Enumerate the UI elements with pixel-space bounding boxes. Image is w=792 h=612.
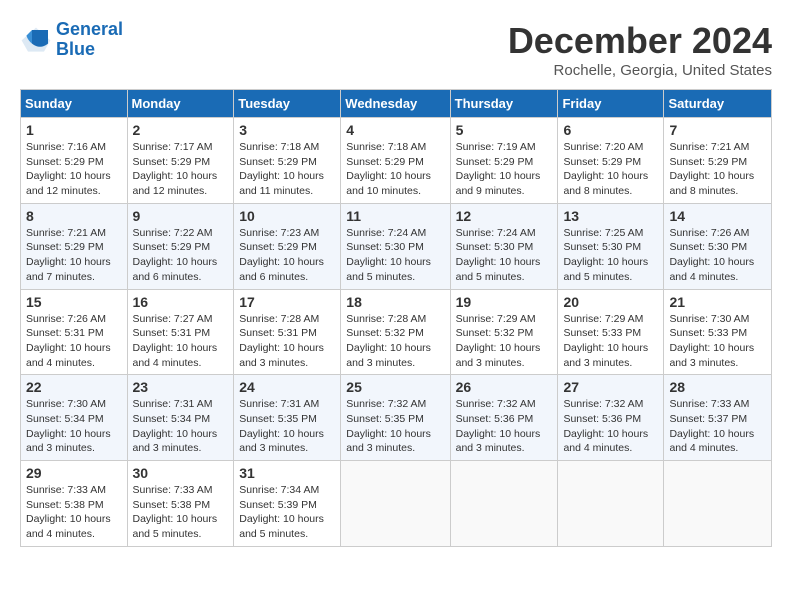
calendar-day-14: 14Sunrise: 7:26 AMSunset: 5:30 PMDayligh… <box>664 203 772 289</box>
calendar-day-19: 19Sunrise: 7:29 AMSunset: 5:32 PMDayligh… <box>450 289 558 375</box>
calendar-empty <box>558 461 664 547</box>
calendar-empty <box>450 461 558 547</box>
calendar-day-18: 18Sunrise: 7:28 AMSunset: 5:32 PMDayligh… <box>341 289 450 375</box>
calendar-day-7: 7Sunrise: 7:21 AMSunset: 5:29 PMDaylight… <box>664 118 772 204</box>
calendar-day-22: 22Sunrise: 7:30 AMSunset: 5:34 PMDayligh… <box>21 375 128 461</box>
calendar-day-2: 2Sunrise: 7:17 AMSunset: 5:29 PMDaylight… <box>127 118 234 204</box>
calendar-week-4: 22Sunrise: 7:30 AMSunset: 5:34 PMDayligh… <box>21 375 772 461</box>
header-thursday: Thursday <box>450 90 558 118</box>
calendar-day-4: 4Sunrise: 7:18 AMSunset: 5:29 PMDaylight… <box>341 118 450 204</box>
calendar-day-16: 16Sunrise: 7:27 AMSunset: 5:31 PMDayligh… <box>127 289 234 375</box>
location: Rochelle, Georgia, United States <box>508 62 772 79</box>
calendar-day-29: 29Sunrise: 7:33 AMSunset: 5:38 PMDayligh… <box>21 461 128 547</box>
calendar-day-12: 12Sunrise: 7:24 AMSunset: 5:30 PMDayligh… <box>450 203 558 289</box>
logo: General Blue <box>20 20 123 60</box>
header-wednesday: Wednesday <box>341 90 450 118</box>
calendar-week-5: 29Sunrise: 7:33 AMSunset: 5:38 PMDayligh… <box>21 461 772 547</box>
calendar-day-17: 17Sunrise: 7:28 AMSunset: 5:31 PMDayligh… <box>234 289 341 375</box>
calendar-day-23: 23Sunrise: 7:31 AMSunset: 5:34 PMDayligh… <box>127 375 234 461</box>
calendar-empty <box>341 461 450 547</box>
month-title: December 2024 <box>508 20 772 62</box>
header-sunday: Sunday <box>21 90 128 118</box>
calendar-day-11: 11Sunrise: 7:24 AMSunset: 5:30 PMDayligh… <box>341 203 450 289</box>
logo-text: General Blue <box>56 20 123 60</box>
page-header: General Blue December 2024 Rochelle, Geo… <box>20 20 772 79</box>
calendar-day-9: 9Sunrise: 7:22 AMSunset: 5:29 PMDaylight… <box>127 203 234 289</box>
title-block: December 2024 Rochelle, Georgia, United … <box>508 20 772 79</box>
logo-icon <box>20 26 52 54</box>
header-friday: Friday <box>558 90 664 118</box>
calendar-day-15: 15Sunrise: 7:26 AMSunset: 5:31 PMDayligh… <box>21 289 128 375</box>
calendar-day-3: 3Sunrise: 7:18 AMSunset: 5:29 PMDaylight… <box>234 118 341 204</box>
calendar-day-21: 21Sunrise: 7:30 AMSunset: 5:33 PMDayligh… <box>664 289 772 375</box>
header-tuesday: Tuesday <box>234 90 341 118</box>
calendar-day-28: 28Sunrise: 7:33 AMSunset: 5:37 PMDayligh… <box>664 375 772 461</box>
calendar-day-27: 27Sunrise: 7:32 AMSunset: 5:36 PMDayligh… <box>558 375 664 461</box>
calendar-day-1: 1Sunrise: 7:16 AMSunset: 5:29 PMDaylight… <box>21 118 128 204</box>
calendar-day-25: 25Sunrise: 7:32 AMSunset: 5:35 PMDayligh… <box>341 375 450 461</box>
header-saturday: Saturday <box>664 90 772 118</box>
calendar-week-3: 15Sunrise: 7:26 AMSunset: 5:31 PMDayligh… <box>21 289 772 375</box>
calendar-week-1: 1Sunrise: 7:16 AMSunset: 5:29 PMDaylight… <box>21 118 772 204</box>
calendar-day-31: 31Sunrise: 7:34 AMSunset: 5:39 PMDayligh… <box>234 461 341 547</box>
calendar-empty <box>664 461 772 547</box>
calendar-day-10: 10Sunrise: 7:23 AMSunset: 5:29 PMDayligh… <box>234 203 341 289</box>
calendar-week-2: 8Sunrise: 7:21 AMSunset: 5:29 PMDaylight… <box>21 203 772 289</box>
calendar-table: SundayMondayTuesdayWednesdayThursdayFrid… <box>20 89 772 547</box>
calendar-header-row: SundayMondayTuesdayWednesdayThursdayFrid… <box>21 90 772 118</box>
calendar-day-24: 24Sunrise: 7:31 AMSunset: 5:35 PMDayligh… <box>234 375 341 461</box>
calendar-day-5: 5Sunrise: 7:19 AMSunset: 5:29 PMDaylight… <box>450 118 558 204</box>
calendar-day-6: 6Sunrise: 7:20 AMSunset: 5:29 PMDaylight… <box>558 118 664 204</box>
calendar-day-20: 20Sunrise: 7:29 AMSunset: 5:33 PMDayligh… <box>558 289 664 375</box>
calendar-day-8: 8Sunrise: 7:21 AMSunset: 5:29 PMDaylight… <box>21 203 128 289</box>
calendar-day-30: 30Sunrise: 7:33 AMSunset: 5:38 PMDayligh… <box>127 461 234 547</box>
calendar-day-26: 26Sunrise: 7:32 AMSunset: 5:36 PMDayligh… <box>450 375 558 461</box>
calendar-day-13: 13Sunrise: 7:25 AMSunset: 5:30 PMDayligh… <box>558 203 664 289</box>
header-monday: Monday <box>127 90 234 118</box>
